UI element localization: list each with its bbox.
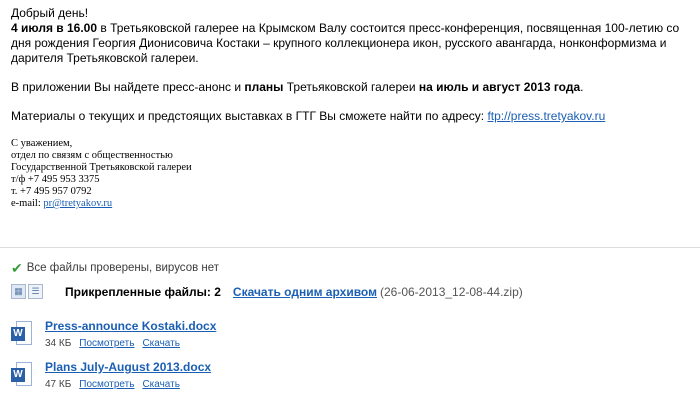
attachment-item: W Plans July-August 2013.docx 47 КБ Посмо… — [11, 360, 211, 391]
download-link[interactable]: Скачать — [142, 338, 180, 349]
attachment-size: 34 КБ — [45, 338, 72, 349]
virus-status-text: Все файлы проверены, вирусов нет — [26, 262, 220, 274]
virus-check-status: ✔ Все файлы проверены, вирусов нет — [11, 260, 220, 276]
attachment-item: W Press-announce Kostaki.docx 34 КБ Посмо… — [11, 319, 216, 350]
checkmark-icon: ✔ — [11, 260, 23, 276]
download-link[interactable]: Скачать — [142, 379, 180, 390]
paragraph-2: В приложении Вы найдете пресс-анонс и пл… — [11, 80, 696, 95]
signature-email-line: e-mail: pr@tretyakov.ru — [11, 198, 696, 210]
list-view-icon[interactable]: ☰ — [28, 284, 43, 299]
archive-filename: (26-06-2013_12-08-44.zip) — [379, 284, 523, 299]
signature-line: отдел по связям с общественностью — [11, 150, 173, 161]
view-link[interactable]: Посмотреть — [79, 338, 134, 349]
email-link[interactable]: pr@tretyakov.ru — [43, 198, 112, 209]
signature-line: Государственной Третьяковской галереи — [11, 162, 192, 173]
attachments-bar: ▦ ☰ Прикрепленные файлы: 2 Скачать одним… — [11, 284, 523, 299]
paragraph-1: 4 июля в 16.00 в Третьяковской галерее н… — [11, 21, 696, 66]
signature: С уважением, отдел по связям с обществен… — [11, 138, 696, 210]
signature-phone: т. +7 495 957 0792 — [11, 186, 92, 197]
word-doc-icon[interactable]: W — [11, 321, 33, 347]
download-archive-link[interactable]: Скачать одним архивом — [233, 285, 377, 299]
signature-phone-fax: т/ф +7 495 953 3375 — [11, 174, 100, 185]
p2-bold-period: на июль и август 2013 года — [418, 80, 581, 94]
word-doc-icon[interactable]: W — [11, 362, 33, 388]
event-date: 4 июля в 16.00 — [11, 21, 98, 35]
message-body: Добрый день! 4 июля в 16.00 в Третьяковс… — [11, 6, 696, 210]
attachment-size: 47 КБ — [45, 379, 72, 390]
greeting: Добрый день! — [11, 6, 89, 20]
divider — [0, 247, 700, 248]
attachment-name-link[interactable]: Plans July-August 2013.docx — [45, 360, 211, 374]
paragraph-1-text: в Третьяковской галерее на Крымском Валу… — [11, 21, 680, 65]
attachment-name-link[interactable]: Press-announce Kostaki.docx — [45, 319, 216, 333]
signature-line: С уважением, — [11, 138, 73, 149]
paragraph-3: Материалы о текущих и предстоящих выстав… — [11, 109, 696, 124]
p2-text-a: В приложении Вы найдете пресс-анонс и — [11, 80, 245, 94]
email-label: e-mail: — [11, 198, 44, 209]
view-link[interactable]: Посмотреть — [79, 379, 134, 390]
attachments-title: Прикрепленные файлы: 2 — [65, 284, 221, 299]
grid-view-icon[interactable]: ▦ — [11, 284, 26, 299]
p2-text-e: . — [580, 80, 584, 94]
p2-bold-plans: планы — [244, 80, 284, 94]
p2-text-c: Третьяковской галереи — [283, 80, 419, 94]
ftp-link[interactable]: ftp://press.tretyakov.ru — [487, 109, 605, 123]
p3-text: Материалы о текущих и предстоящих выстав… — [11, 109, 488, 123]
